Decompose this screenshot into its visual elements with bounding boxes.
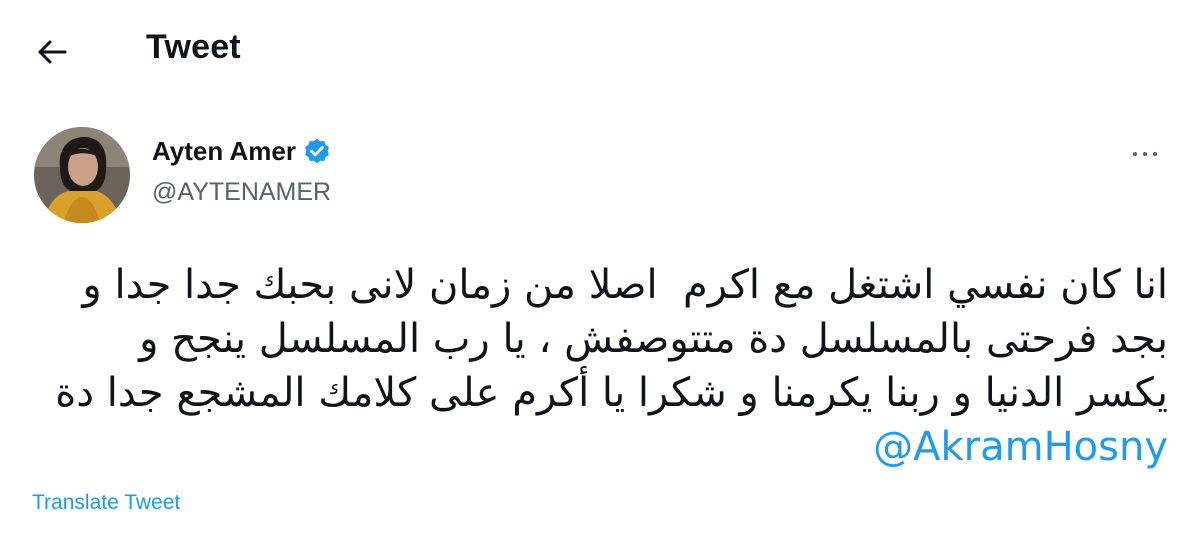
page-header: Tweet [0, 0, 1200, 100]
profile-photo [34, 127, 130, 223]
more-options-button[interactable] [1118, 136, 1172, 172]
author-name-row[interactable]: Ayten Amer [152, 136, 332, 167]
mention-link[interactable]: @AkramHosny [873, 424, 1168, 470]
avatar[interactable] [34, 127, 130, 223]
author-display-name[interactable]: Ayten Amer [152, 136, 296, 167]
back-button[interactable] [28, 30, 76, 74]
arrow-left-icon [38, 40, 67, 64]
tweet-text: انا كان نفسي اشتغل مع اكرم اصلا من زمان … [40, 258, 1168, 474]
more-horizontal-icon [1130, 152, 1160, 156]
tweet-body-text: انا كان نفسي اشتغل مع اكرم اصلا من زمان … [42, 262, 1168, 416]
page-title: Tweet [146, 28, 241, 66]
verified-badge-icon [305, 138, 329, 163]
author-handle[interactable]: @AYTENAMER [152, 178, 331, 207]
translate-tweet-link[interactable]: Translate Tweet [32, 491, 180, 515]
